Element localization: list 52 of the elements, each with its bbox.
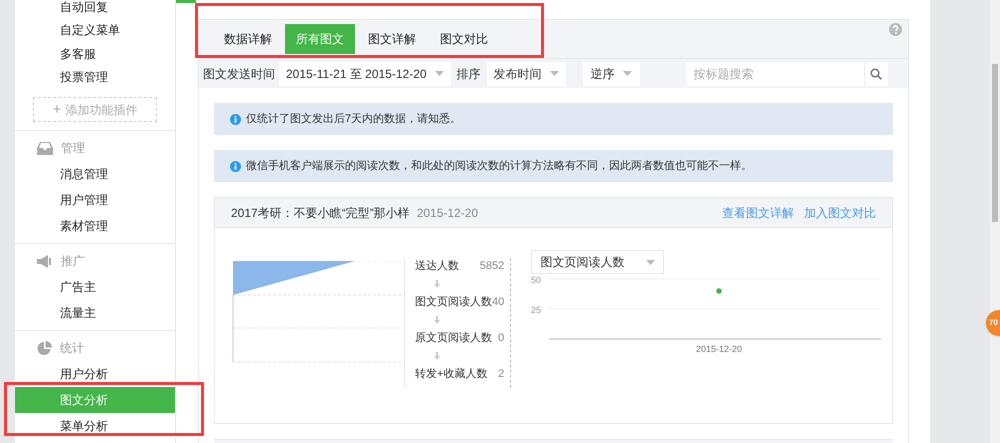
- caret-icon: [622, 71, 632, 76]
- pie-chart-icon: [37, 340, 52, 356]
- funnel-label: 图文页阅读人数: [415, 294, 492, 310]
- notice-text: 微信手机客户端展示的阅读次数，和此处的阅读次数的计算方法略有不同，因此两者数值也可能不一样。: [246, 158, 752, 174]
- inbox-icon: [37, 142, 53, 154]
- search-icon[interactable]: [870, 68, 882, 80]
- sidebar-item[interactable]: 投票管理: [15, 66, 175, 89]
- funnel-value: 5852: [480, 258, 506, 274]
- notice-text: 仅统计了图文发出后7天内的数据，请知悉。: [246, 112, 462, 127]
- filter-label: 排序: [456, 66, 481, 82]
- tab[interactable]: 数据详解: [213, 24, 283, 54]
- funnel-value: 40: [492, 294, 506, 310]
- section-title: 管理: [61, 140, 85, 157]
- x-tick-label: 2015-12-20: [696, 344, 742, 354]
- sidebar-item[interactable]: 自定义菜单: [15, 18, 175, 42]
- sidebar-item[interactable]: 菜单分析: [15, 413, 175, 439]
- megaphone-icon: [37, 254, 53, 268]
- sidebar-item[interactable]: 消息管理: [15, 161, 175, 187]
- funnel-label: 转发+收藏人数: [415, 366, 488, 382]
- caret-icon: [434, 71, 444, 76]
- sidebar-item[interactable]: 用户分析: [15, 361, 175, 387]
- down-arrow-icon: [434, 352, 440, 360]
- funnel-label: 原文页阅读人数: [415, 330, 492, 346]
- funnel-label: 送达人数: [415, 258, 459, 274]
- caret-icon: [550, 71, 559, 76]
- date-range-select[interactable]: 2015-11-21 至 2015-12-20: [279, 62, 451, 86]
- sidebar-item[interactable]: 自动回复: [15, 0, 175, 18]
- funnel-value: 0: [498, 330, 506, 346]
- section-title: 推广: [61, 253, 85, 270]
- scatter-chart: 25 50 2015-12-20: [531, 274, 882, 354]
- sidebar-item[interactable]: 用户管理: [15, 187, 175, 213]
- down-arrow-icon: [434, 280, 440, 288]
- sort-select[interactable]: 发布时间: [486, 62, 566, 86]
- article-title: 2017考研：不要小瞧“完型”那小样: [231, 204, 410, 222]
- section-title: 统计: [60, 340, 84, 357]
- info-icon: [230, 160, 241, 172]
- down-arrow-icon: [434, 316, 440, 324]
- sidebar-item[interactable]: 素材管理: [15, 213, 175, 239]
- y-tick-label: 25: [531, 305, 542, 315]
- tab[interactable]: 图文对比: [429, 24, 499, 54]
- caret-icon: [646, 260, 656, 264]
- order-select[interactable]: 逆序: [582, 62, 640, 86]
- tab[interactable]: 图文详解: [357, 24, 427, 54]
- sidebar-item[interactable]: 流量主: [15, 300, 175, 326]
- sidebar-item[interactable]: 多客服: [15, 42, 175, 66]
- info-icon: [230, 114, 241, 124]
- y-tick-label: 50: [531, 275, 542, 285]
- article-date: 2015-12-20: [416, 204, 478, 222]
- metric-select[interactable]: 图文页阅读人数: [531, 250, 664, 274]
- funnel-value: 2: [498, 366, 506, 382]
- sidebar-item[interactable]: 广告主: [15, 274, 175, 300]
- filter-label: 图文发送时间: [203, 66, 275, 82]
